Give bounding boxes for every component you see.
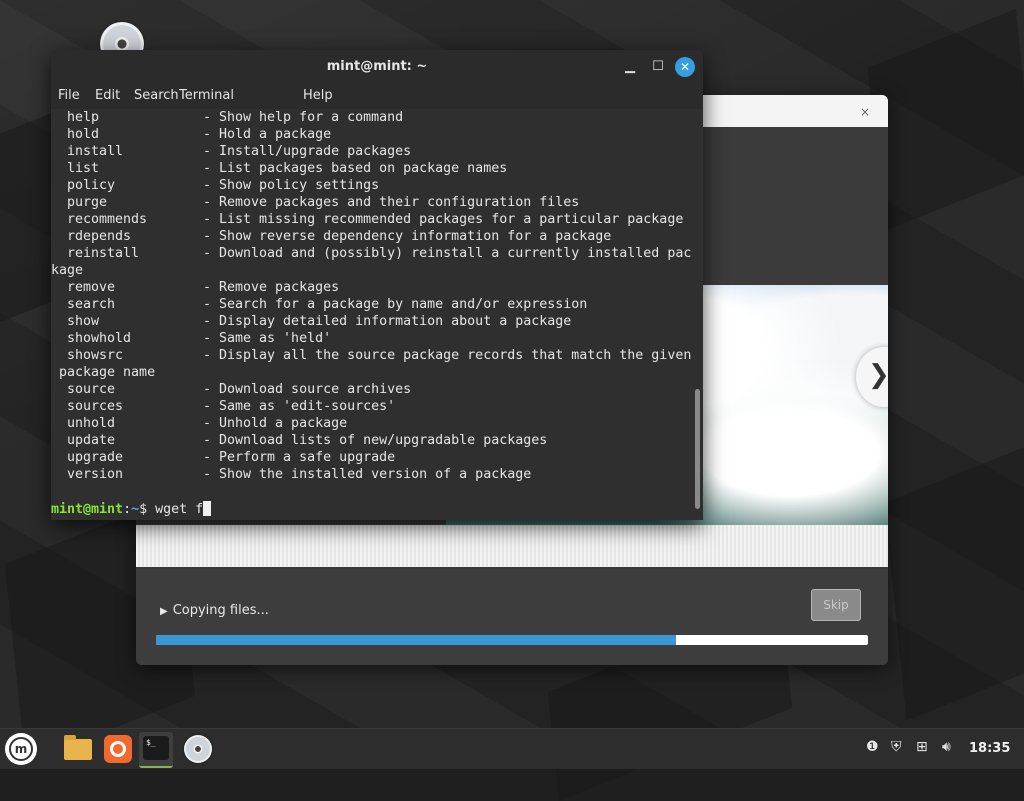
menu-edit[interactable]: Edit: [95, 88, 120, 103]
close-icon: ✕: [679, 60, 691, 74]
terminal-line-description: - Remove packages and their configuratio…: [203, 195, 580, 210]
menu-help[interactable]: Help: [303, 88, 333, 103]
terminal-line-text: package name: [51, 365, 156, 380]
skip-button[interactable]: Skip: [811, 589, 861, 621]
volume-icon[interactable]: 🔊︎: [942, 739, 951, 755]
close-button[interactable]: ✕: [675, 57, 695, 77]
terminal-line-description: - Show reverse dependency information fo…: [203, 229, 612, 244]
terminal-line-command: showsrc: [67, 348, 124, 363]
prompt-separator: :: [123, 502, 132, 517]
terminal-line-command: recommends: [67, 212, 148, 227]
terminal-line-description: - Show policy settings: [203, 178, 380, 193]
install-progress-bar: [156, 635, 868, 645]
terminal-line-command: version: [67, 467, 124, 482]
firefox-icon: [104, 735, 132, 763]
terminal-line-command: showhold: [67, 331, 132, 346]
minimize-icon: ▁: [625, 59, 635, 74]
terminal-prompt-line[interactable]: mint@mint:~$ wget f: [51, 501, 212, 518]
terminal-line-description: - Same as 'held': [203, 331, 332, 346]
terminal-line-description: - Install/upgrade packages: [203, 144, 412, 159]
terminal-line-description: - Download lists of new/upgradable packa…: [203, 433, 548, 448]
terminal-line: package name: [51, 364, 155, 381]
terminal-line-command: reinstall: [67, 246, 140, 261]
terminal-line-command: policy: [67, 178, 116, 193]
terminal-line-description: - List missing recommended packages for …: [203, 212, 684, 227]
terminal-output[interactable]: help - Show help for a command hold - Hold …: [51, 109, 691, 520]
minimize-button[interactable]: ▁: [619, 56, 641, 78]
network-icon[interactable]: ⊞: [916, 739, 928, 755]
update-manager-icon[interactable]: ❶: [866, 739, 879, 755]
terminal-icon: $_: [143, 736, 169, 760]
background-tile: [867, 8, 1024, 232]
terminal-line-command: upgrade: [67, 450, 124, 465]
window-title: mint@mint: ~: [326, 59, 428, 74]
terminal-line-description: - Display all the source package records…: [203, 348, 692, 363]
shield-icon[interactable]: ⛨: [891, 739, 902, 755]
clock[interactable]: 18:35: [969, 741, 1010, 756]
terminal-titlebar[interactable]: mint@mint: ~ ▁ ☐ ✕: [51, 50, 703, 83]
maximize-button[interactable]: ☐: [647, 56, 669, 78]
terminal-line-description: - Unhold a package: [203, 416, 348, 431]
menu-search[interactable]: Search: [134, 88, 179, 103]
cd-icon: [184, 735, 212, 763]
taskbar-firefox-button[interactable]: [101, 732, 135, 766]
terminal-line-description: - Show the installed version of a packag…: [203, 467, 532, 482]
installer-status[interactable]: ▶ Copying files...: [160, 603, 269, 618]
prompt-symbol: $: [139, 502, 148, 517]
terminal-line-description: - Show help for a command: [203, 110, 404, 125]
menu-file[interactable]: File: [58, 88, 80, 103]
taskbar-terminal-button[interactable]: $_: [139, 732, 173, 768]
terminal-line-command: source: [67, 382, 116, 397]
start-menu-button[interactable]: m: [5, 733, 37, 765]
scrollbar-thumb[interactable]: [695, 389, 700, 509]
terminal-menubar: File Edit Search Terminal Help: [51, 83, 703, 109]
menu-terminal[interactable]: Terminal: [179, 88, 234, 103]
terminal-line-command: help: [67, 110, 100, 125]
terminal-line-description: - Perform a safe upgrade: [203, 450, 396, 465]
terminal-line-description: - List packages based on package names: [203, 161, 508, 176]
terminal-line-command: unhold: [67, 416, 116, 431]
terminal-line-description: - Display detailed information about a p…: [203, 314, 572, 329]
prompt-user: mint@mint: [51, 502, 124, 517]
terminal-line-command: purge: [67, 195, 108, 210]
terminal-line-command: sources: [67, 399, 124, 414]
terminal-line-description: - Download source archives: [203, 382, 412, 397]
installer-close-icon[interactable]: ×: [860, 105, 870, 119]
terminal-line-description: - Hold a package: [203, 127, 332, 142]
taskbar-installer-button[interactable]: [181, 732, 215, 766]
install-progress-fill: [156, 635, 676, 645]
folder-icon: [64, 735, 92, 760]
terminal-line-description: - Remove packages: [203, 280, 340, 295]
terminal-line: kage: [51, 262, 83, 279]
taskbar: m $_ ❶ ⛨ ⊞ 🔊︎ 18:35: [0, 728, 1024, 769]
terminal-line-description: - Same as 'edit-sources': [203, 399, 396, 414]
installer-slide-band: [136, 525, 888, 567]
maximize-icon: ☐: [652, 59, 664, 74]
mint-logo-icon: m: [9, 737, 33, 761]
taskbar-files-button[interactable]: [61, 732, 95, 766]
terminal-line-description: - Search for a package by name and/or ex…: [203, 297, 588, 312]
terminal-line-command: list: [67, 161, 100, 176]
terminal-line-command: install: [67, 144, 124, 159]
background-tile: [884, 439, 1024, 721]
terminal-scrollbar[interactable]: [692, 109, 703, 520]
installer-status-text: Copying files...: [172, 603, 269, 618]
text-cursor: [203, 501, 212, 516]
prompt-path: ~: [131, 502, 140, 517]
chevron-right-icon: ❯: [868, 360, 888, 390]
terminal-line-command: remove: [67, 280, 116, 295]
terminal-line-command: hold: [67, 127, 100, 142]
terminal-line-command: update: [67, 433, 116, 448]
terminal-line-description: - Download and (possibly) reinstall a cu…: [203, 246, 692, 261]
terminal-window: mint@mint: ~ ▁ ☐ ✕ File Edit Search Term…: [51, 50, 703, 520]
terminal-line-command: rdepends: [67, 229, 132, 244]
terminal-line-text: kage: [51, 263, 84, 278]
expander-triangle-icon: ▶: [160, 606, 168, 617]
terminal-line-command: show: [67, 314, 100, 329]
terminal-line-command: search: [67, 297, 116, 312]
command-input[interactable]: wget f: [147, 502, 203, 517]
